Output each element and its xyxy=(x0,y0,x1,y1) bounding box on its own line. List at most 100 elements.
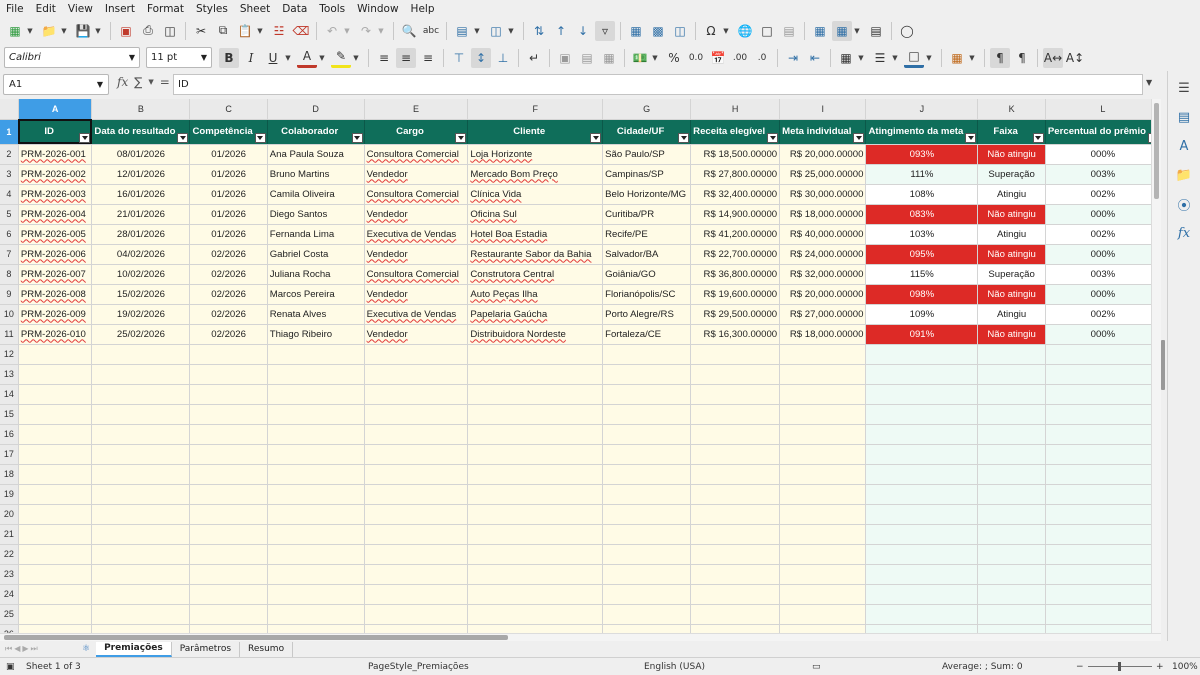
cell[interactable] xyxy=(189,604,268,625)
properties-icon[interactable]: ▤ xyxy=(1175,108,1193,126)
autofilter-dropdown-icon[interactable] xyxy=(853,132,865,143)
row-header[interactable]: 23 xyxy=(0,564,19,585)
cell[interactable] xyxy=(865,604,979,625)
print-preview-icon[interactable]: ◫ xyxy=(160,21,180,41)
cell[interactable] xyxy=(602,564,692,585)
cell[interactable]: 000% xyxy=(1045,244,1161,265)
font-name-box[interactable]: Calibri ▼ xyxy=(4,47,140,68)
cell[interactable] xyxy=(467,364,604,385)
cell[interactable]: 02/2026 xyxy=(189,304,268,325)
highlight-dropdown-icon[interactable]: ▼ xyxy=(352,48,360,68)
cell[interactable] xyxy=(18,584,93,605)
cell[interactable]: 02/2026 xyxy=(189,244,268,265)
functions-icon[interactable]: fx xyxy=(1175,224,1193,242)
cell[interactable] xyxy=(91,584,191,605)
cell[interactable]: R$ 24,000.00000 xyxy=(779,244,867,265)
cell[interactable] xyxy=(977,524,1046,545)
language[interactable]: English (USA) xyxy=(644,662,705,672)
cell[interactable] xyxy=(602,384,692,405)
conditional-format-icon[interactable]: ▦ xyxy=(947,48,967,68)
cell[interactable] xyxy=(865,544,979,565)
cell[interactable]: Não atingiu xyxy=(977,324,1046,345)
cell[interactable] xyxy=(267,424,365,445)
zoom-slider-thumb[interactable] xyxy=(1118,662,1121,671)
cell[interactable] xyxy=(18,404,93,425)
paste-dropdown-icon[interactable]: ▼ xyxy=(256,21,264,41)
row-header[interactable]: 18 xyxy=(0,464,19,485)
cell[interactable]: R$ 29,500.00000 xyxy=(690,304,781,325)
menu-window[interactable]: Window xyxy=(357,3,398,15)
row-header[interactable]: 7 xyxy=(0,244,19,265)
cell[interactable] xyxy=(977,384,1046,405)
cell[interactable]: PRM-2026-010 xyxy=(18,324,93,345)
horizontal-scroll-thumb[interactable] xyxy=(4,635,508,640)
cell[interactable] xyxy=(189,404,268,425)
cell[interactable] xyxy=(977,584,1046,605)
cell[interactable] xyxy=(865,584,979,605)
cell[interactable]: Construtora Central xyxy=(467,264,604,285)
borders-icon[interactable]: ▦ xyxy=(836,48,856,68)
cell[interactable] xyxy=(467,504,604,525)
cell[interactable]: PRM-2026-008 xyxy=(18,284,93,305)
cell[interactable] xyxy=(189,624,268,633)
row-header[interactable]: 10 xyxy=(0,304,19,325)
cut-icon[interactable]: ✂ xyxy=(191,21,211,41)
cell[interactable] xyxy=(364,504,469,525)
menu-styles[interactable]: Styles xyxy=(196,3,228,15)
cell[interactable] xyxy=(779,624,867,633)
cell[interactable] xyxy=(602,504,692,525)
date-format-icon[interactable]: 📅 xyxy=(708,48,728,68)
column-header[interactable]: H xyxy=(690,99,781,120)
cell[interactable] xyxy=(267,484,365,505)
cell[interactable]: Fernanda Lima xyxy=(267,224,365,245)
cell[interactable]: Atingiu xyxy=(977,224,1046,245)
cell[interactable]: Goiânia/GO xyxy=(602,264,692,285)
conditional-format-dropdown-icon[interactable]: ▼ xyxy=(968,48,976,68)
column-header[interactable]: G xyxy=(602,99,692,120)
row-icon[interactable]: ▤ xyxy=(452,21,472,41)
cell[interactable]: Consultora Comercial xyxy=(364,184,469,205)
cell[interactable]: PRM-2026-001 xyxy=(18,144,93,165)
special-character-dropdown-icon[interactable]: ▼ xyxy=(722,21,730,41)
cell[interactable]: Mercado Bom Preço xyxy=(467,164,604,185)
next-sheet-icon[interactable]: ▶ xyxy=(22,644,28,654)
cell[interactable] xyxy=(267,524,365,545)
cell[interactable]: Diego Santos xyxy=(267,204,365,225)
header-cell[interactable]: Atingimento da meta xyxy=(865,119,979,145)
cell[interactable] xyxy=(865,564,979,585)
cell[interactable] xyxy=(690,584,781,605)
cell[interactable] xyxy=(779,564,867,585)
border-style-dropdown-icon[interactable]: ▼ xyxy=(891,48,899,68)
selection-mode-icon[interactable]: ▭ xyxy=(812,662,821,672)
cell[interactable] xyxy=(690,464,781,485)
cell[interactable] xyxy=(865,524,979,545)
currency-format-icon[interactable]: 💵 xyxy=(630,48,650,68)
cell[interactable] xyxy=(779,464,867,485)
pivot-table-icon[interactable]: ◫ xyxy=(670,21,690,41)
save-dropdown-icon[interactable]: ▼ xyxy=(94,21,102,41)
menu-view[interactable]: View xyxy=(68,3,93,15)
cell[interactable]: 002% xyxy=(1045,224,1161,245)
cell[interactable] xyxy=(467,404,604,425)
cell[interactable] xyxy=(865,624,979,633)
cell[interactable] xyxy=(189,364,268,385)
cell[interactable]: Não atingiu xyxy=(977,244,1046,265)
cell[interactable] xyxy=(779,444,867,465)
cell[interactable] xyxy=(467,384,604,405)
autofilter-dropdown-icon[interactable] xyxy=(678,132,690,143)
cell[interactable] xyxy=(865,444,979,465)
cell[interactable]: Não atingiu xyxy=(977,144,1046,165)
font-color-dropdown-icon[interactable]: ▼ xyxy=(318,48,326,68)
cell[interactable] xyxy=(18,504,93,525)
row-header[interactable]: 11 xyxy=(0,324,19,345)
cell[interactable]: 108% xyxy=(865,184,979,205)
sort-descending-icon[interactable]: ↓ xyxy=(573,21,593,41)
cell[interactable] xyxy=(977,424,1046,445)
column-dropdown-icon[interactable]: ▼ xyxy=(507,21,515,41)
autofilter-dropdown-icon[interactable] xyxy=(455,132,467,143)
header-cell[interactable]: Cargo xyxy=(364,119,469,145)
column-header[interactable]: F xyxy=(467,99,604,120)
font-color-icon[interactable]: A xyxy=(297,48,317,68)
cell[interactable]: R$ 18,000.00000 xyxy=(779,324,867,345)
underline-icon[interactable]: U xyxy=(263,48,283,68)
